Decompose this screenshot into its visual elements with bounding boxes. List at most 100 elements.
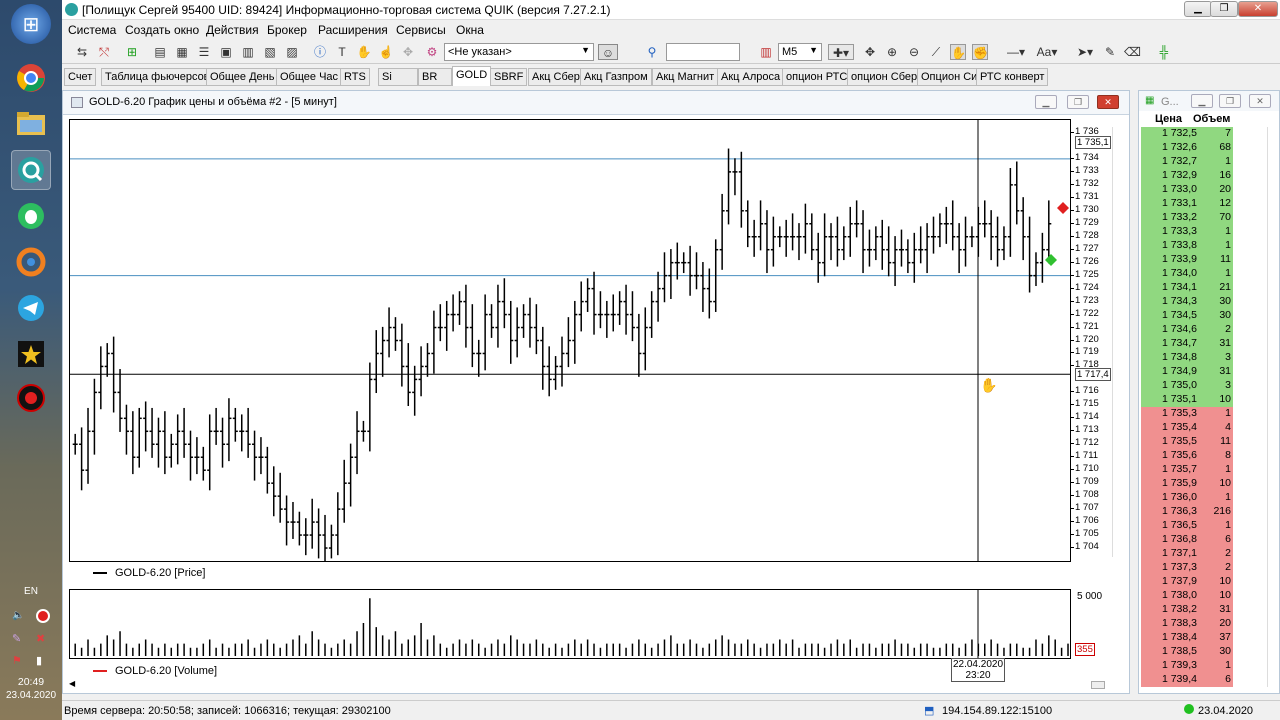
ask-row[interactable]: 1 735,6 8 <box>1141 449 1233 463</box>
eraser-icon[interactable]: ⌫ <box>1124 44 1141 60</box>
title-bar[interactable]: [Полищук Сергей 95400 UID: 89424] Информ… <box>62 0 1280 20</box>
quotes-icon[interactable]: ▦ <box>174 44 190 60</box>
quik-icon[interactable] <box>11 150 51 190</box>
crosshair-icon[interactable]: ✚▾ <box>828 44 854 60</box>
pencil-icon[interactable]: ✎ <box>1102 44 1118 60</box>
line-style-icon[interactable]: —▾ <box>1002 44 1030 60</box>
ask-row[interactable]: 1 738,3 20 <box>1141 617 1233 631</box>
report-icon[interactable]: ▨ <box>284 44 300 60</box>
menu-actions[interactable]: Действия <box>206 23 259 37</box>
info-icon[interactable]: ⓘ <box>312 44 328 60</box>
tab-option-rts[interactable]: опцион РТС <box>782 68 852 86</box>
bid-row[interactable]: 1 733,1 12 <box>1141 197 1233 211</box>
disconnect-icon[interactable]: ⤲ <box>96 44 112 60</box>
tab-br[interactable]: BR <box>418 68 452 86</box>
horizontal-scrollbar[interactable]: ◀ <box>69 679 1105 691</box>
bid-row[interactable]: 1 733,8 1 <box>1141 239 1233 253</box>
bid-row[interactable]: 1 733,9 11 <box>1141 253 1233 267</box>
menu-windows[interactable]: Окна <box>456 23 484 37</box>
hand-icon[interactable]: ✋ <box>356 44 372 60</box>
bid-row[interactable]: 1 734,6 2 <box>1141 323 1233 337</box>
ask-row[interactable]: 1 737,1 2 <box>1141 547 1233 561</box>
ask-row[interactable]: 1 736,5 1 <box>1141 519 1233 533</box>
bid-row[interactable]: 1 732,9 16 <box>1141 169 1233 183</box>
indicator-icon[interactable]: ╬ <box>1156 44 1172 60</box>
client-card-icon[interactable]: ☺ <box>598 44 618 60</box>
bid-row[interactable]: 1 734,0 1 <box>1141 267 1233 281</box>
clock-date[interactable]: 23.04.2020 <box>0 690 62 701</box>
draw-line-icon[interactable]: ⟋ <box>928 44 944 60</box>
ob-maximize-button[interactable]: ❐ <box>1219 94 1241 108</box>
menu-system[interactable]: Система <box>68 23 116 37</box>
search-input[interactable] <box>666 43 740 61</box>
file-explorer-icon[interactable] <box>11 104 51 144</box>
tab-sbrf[interactable]: SBRF <box>490 68 528 86</box>
ask-row[interactable]: 1 738,0 10 <box>1141 589 1233 603</box>
ask-row[interactable]: 1 735,4 4 <box>1141 421 1233 435</box>
menu-create-window[interactable]: Создать окно <box>125 23 199 37</box>
menu-services[interactable]: Сервисы <box>396 23 446 37</box>
ask-row[interactable]: 1 735,9 10 <box>1141 477 1233 491</box>
flag-icon[interactable]: ⚑ <box>12 654 26 668</box>
ask-row[interactable]: 1 738,4 37 <box>1141 631 1233 645</box>
ask-row[interactable]: 1 739,3 1 <box>1141 659 1233 673</box>
order-book-scrollbar[interactable] <box>1267 127 1275 687</box>
tab-option-si[interactable]: Опцион Си <box>917 68 982 86</box>
text-icon[interactable]: T <box>334 44 350 60</box>
chrome-icon[interactable] <box>11 58 51 98</box>
bid-row[interactable]: 1 733,2 70 <box>1141 211 1233 225</box>
tab-akc-magnit[interactable]: Акц Магнит <box>652 68 719 86</box>
ask-row[interactable]: 1 738,5 30 <box>1141 645 1233 659</box>
pointer-icon[interactable]: ☝ <box>378 44 394 60</box>
minimize-button[interactable]: ▁ <box>1184 1 1212 17</box>
ask-row[interactable]: 1 736,3 216 <box>1141 505 1233 519</box>
search-icon[interactable]: ⚲ <box>644 44 660 60</box>
windows-start-icon[interactable]: ⊞ <box>11 4 51 44</box>
font-button[interactable]: Aa▾ <box>1034 44 1060 60</box>
speaker-icon[interactable]: 🔈 <box>12 610 26 622</box>
scroll-left-icon[interactable]: ◀ <box>69 679 75 688</box>
trades-icon[interactable]: ▥ <box>240 44 256 60</box>
chart-close-button[interactable]: ✕ <box>1097 95 1119 109</box>
bid-row[interactable]: 1 735,0 3 <box>1141 379 1233 393</box>
ask-row[interactable]: 1 736,8 6 <box>1141 533 1233 547</box>
tab-akc-sber[interactable]: Акц Сбер <box>528 68 584 86</box>
ask-row[interactable]: 1 736,0 1 <box>1141 491 1233 505</box>
zoom-in-icon[interactable]: ⊕ <box>884 44 900 60</box>
orders-icon[interactable]: ▣ <box>218 44 234 60</box>
movie-star-icon[interactable] <box>11 334 51 374</box>
chart-window-header[interactable]: GOLD-6.20 График цены и объёма #2 - [5 м… <box>63 91 1129 115</box>
grab-tool-icon[interactable]: ✊ <box>972 44 988 60</box>
tab-akc-gazprom[interactable]: Акц Газпром <box>580 68 652 86</box>
record-indicator-icon[interactable] <box>36 609 50 623</box>
tab-option-sber[interactable]: опцион Сбер <box>847 68 922 86</box>
candles-icon[interactable]: ▥ <box>758 44 774 60</box>
interval-combo[interactable]: M5 ▼ <box>778 43 822 61</box>
pan-icon[interactable]: ✥ <box>862 44 878 60</box>
price-plot[interactable]: ✋ <box>69 119 1071 562</box>
ob-minimize-button[interactable]: ▁ <box>1191 94 1213 108</box>
ob-close-button[interactable]: ✕ <box>1249 94 1271 108</box>
menu-extensions[interactable]: Расширения <box>318 23 388 37</box>
account-combo[interactable]: <Не указан> ▼ <box>444 43 594 61</box>
tab-general-hour[interactable]: Общее Час <box>276 68 343 86</box>
new-window-icon[interactable]: ⊞ <box>124 44 140 60</box>
evernote-icon[interactable] <box>11 196 51 236</box>
ask-row[interactable]: 1 737,3 2 <box>1141 561 1233 575</box>
bid-row[interactable]: 1 734,1 21 <box>1141 281 1233 295</box>
scroll-thumb[interactable] <box>1091 681 1105 689</box>
bid-row[interactable]: 1 734,3 30 <box>1141 295 1233 309</box>
zoom-out-icon[interactable]: ⊖ <box>906 44 922 60</box>
menu-broker[interactable]: Брокер <box>267 23 307 37</box>
bid-row[interactable]: 1 734,9 31 <box>1141 365 1233 379</box>
tab-si[interactable]: Si <box>378 68 418 86</box>
language-indicator[interactable]: EN <box>0 586 62 597</box>
ask-row[interactable]: 1 735,5 11 <box>1141 435 1233 449</box>
tab-general-day[interactable]: Общее День <box>206 68 279 86</box>
bid-row[interactable]: 1 733,0 20 <box>1141 183 1233 197</box>
bid-row[interactable]: 1 734,5 30 <box>1141 309 1233 323</box>
tab-account[interactable]: Счет <box>64 68 97 86</box>
close-button[interactable]: ✕ <box>1238 1 1278 17</box>
pen-icon[interactable]: ✎ <box>12 632 26 646</box>
hand-tool-icon[interactable]: ✋ <box>950 44 966 60</box>
